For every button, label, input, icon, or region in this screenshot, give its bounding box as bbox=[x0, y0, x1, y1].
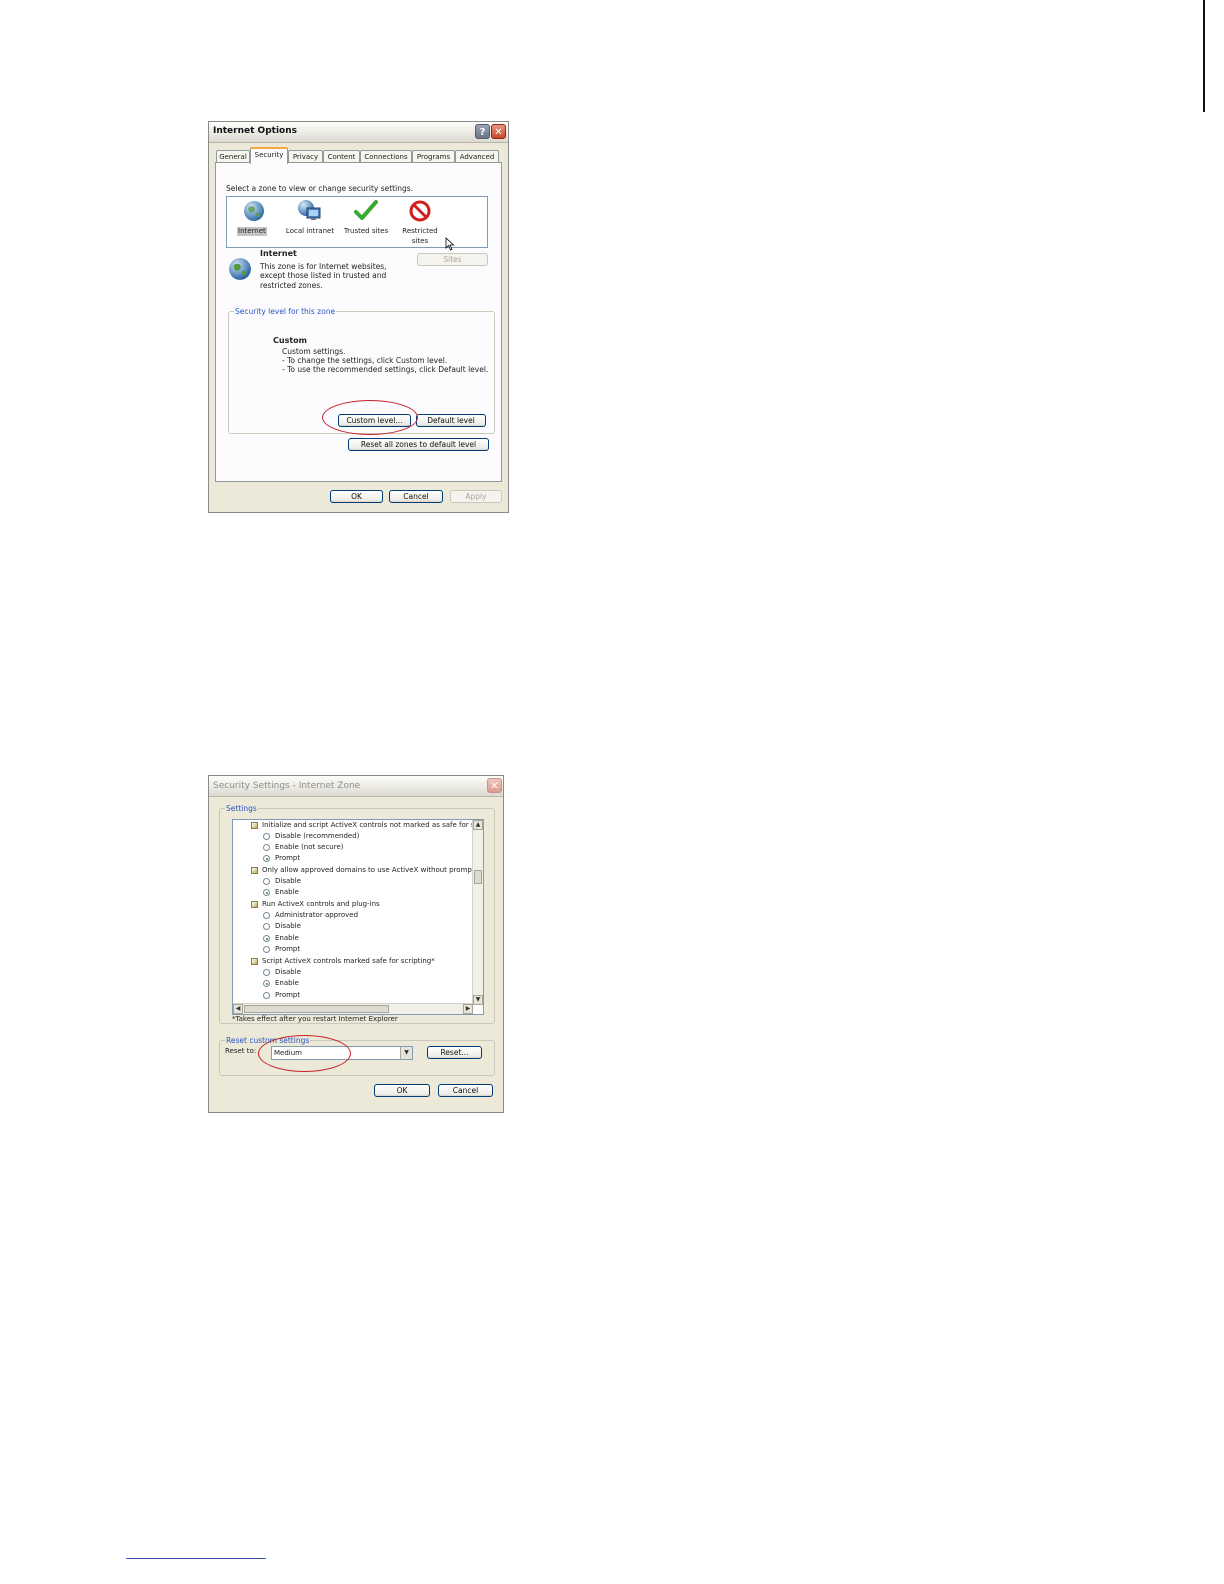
radio-label: Disable bbox=[275, 877, 301, 885]
radio-label: Enable bbox=[275, 979, 299, 987]
restart-footnote: *Takes effect after you restart Internet… bbox=[232, 1015, 398, 1023]
radio-button[interactable] bbox=[263, 912, 270, 919]
apply-button[interactable]: Apply bbox=[450, 490, 502, 503]
reset-all-zones-button[interactable]: Reset all zones to default level bbox=[348, 438, 489, 451]
settings-legend: Settings bbox=[225, 804, 258, 813]
horizontal-scroll-thumb[interactable] bbox=[244, 1005, 389, 1013]
tab-security[interactable]: Security bbox=[250, 147, 288, 164]
internet-options-dialog: Internet Options ? ✕ General Security Pr… bbox=[208, 121, 509, 513]
setting-icon bbox=[251, 958, 258, 965]
chevron-down-icon[interactable]: ▼ bbox=[400, 1047, 412, 1059]
zone-label-internet: Internet bbox=[237, 227, 267, 236]
level-name: Custom bbox=[273, 336, 307, 345]
radio-label: Disable bbox=[275, 922, 301, 930]
setting-header: Initialize and script ActiveX controls n… bbox=[262, 821, 484, 829]
level-line3: - To use the recommended settings, click… bbox=[282, 365, 489, 374]
radio-label: Enable bbox=[275, 888, 299, 896]
setting-icon bbox=[251, 901, 258, 908]
radio-button[interactable] bbox=[263, 855, 270, 862]
radio-button[interactable] bbox=[263, 992, 270, 999]
zone-info-line3: restricted zones. bbox=[260, 281, 323, 290]
security-settings-dialog: Security Settings - Internet Zone ✕ Sett… bbox=[208, 775, 504, 1113]
radio-button[interactable] bbox=[263, 946, 270, 953]
radio-button[interactable] bbox=[263, 980, 270, 987]
title-bar[interactable]: Internet Options ? ✕ bbox=[209, 122, 508, 143]
radio-button[interactable] bbox=[263, 844, 270, 851]
vertical-scroll-thumb[interactable] bbox=[474, 870, 482, 884]
radio-button[interactable] bbox=[263, 833, 270, 840]
footnote-rule bbox=[126, 1558, 266, 1559]
vertical-scrollbar[interactable]: ▲ ▼ bbox=[472, 820, 483, 1005]
zone-info-title: Internet bbox=[260, 249, 297, 258]
zone-label-restricted-line1: Restricted bbox=[402, 227, 438, 235]
ok-button[interactable]: OK bbox=[374, 1084, 430, 1097]
radio-button[interactable] bbox=[263, 923, 270, 930]
setting-header: Run ActiveX controls and plug-ins bbox=[262, 900, 380, 908]
scroll-right-arrow-icon[interactable]: ▶ bbox=[463, 1004, 473, 1014]
radio-button[interactable] bbox=[263, 935, 270, 942]
setting-icon bbox=[251, 822, 258, 829]
zone-local-intranet[interactable]: Local intranet bbox=[283, 199, 337, 239]
reset-to-label: Reset to: bbox=[225, 1047, 257, 1055]
radio-label: Enable bbox=[275, 934, 299, 942]
scroll-up-arrow-icon[interactable]: ▲ bbox=[473, 820, 483, 830]
level-line1: Custom settings. bbox=[282, 347, 346, 356]
security-level-legend: Security level for this zone bbox=[234, 307, 337, 316]
zone-restricted-sites[interactable]: Restricted sites bbox=[395, 199, 445, 247]
horizontal-scrollbar[interactable]: ◀ ▶ bbox=[233, 1003, 473, 1014]
globe-icon bbox=[244, 201, 264, 221]
close-button[interactable]: ✕ bbox=[487, 778, 502, 793]
reset-button[interactable]: Reset... bbox=[427, 1046, 482, 1059]
scroll-left-arrow-icon[interactable]: ◀ bbox=[233, 1004, 243, 1014]
dialog-title: Security Settings - Internet Zone bbox=[213, 781, 361, 791]
radio-label: Disable bbox=[275, 968, 301, 976]
page-edge-line bbox=[1203, 0, 1205, 112]
security-tab-panel: Select a zone to view or change security… bbox=[215, 162, 502, 482]
setting-header: Only allow approved domains to use Activ… bbox=[262, 866, 475, 874]
dialog-title: Internet Options bbox=[213, 126, 297, 136]
checkmark-icon bbox=[354, 200, 378, 220]
radio-label: Prompt bbox=[275, 945, 301, 953]
sites-button[interactable]: Sites bbox=[417, 253, 488, 266]
radio-button[interactable] bbox=[263, 969, 270, 976]
zone-internet[interactable]: Internet bbox=[235, 199, 273, 239]
custom-level-highlight-ellipse bbox=[322, 400, 418, 435]
radio-label: Prompt bbox=[275, 991, 301, 999]
ok-button[interactable]: OK bbox=[330, 490, 383, 503]
radio-label: Enable (not secure) bbox=[275, 843, 344, 851]
scroll-down-arrow-icon[interactable]: ▼ bbox=[473, 995, 483, 1005]
radio-label: Prompt bbox=[275, 854, 301, 862]
restricted-icon bbox=[409, 200, 431, 222]
title-bar[interactable]: Security Settings - Internet Zone ✕ bbox=[209, 776, 503, 797]
reset-to-highlight-ellipse bbox=[258, 1035, 351, 1072]
cancel-button[interactable]: Cancel bbox=[389, 490, 443, 503]
intranet-icon bbox=[298, 200, 321, 220]
radio-button[interactable] bbox=[263, 889, 270, 896]
zone-label-restricted-line2: sites bbox=[411, 237, 429, 245]
level-line2: - To change the settings, click Custom l… bbox=[282, 356, 448, 365]
cancel-button[interactable]: Cancel bbox=[438, 1084, 493, 1097]
setting-icon bbox=[251, 867, 258, 874]
zone-list: Internet Local intranet Trusted sites Re… bbox=[226, 196, 488, 251]
zone-info-line2: except those listed in trusted and bbox=[260, 271, 387, 280]
mouse-cursor-icon bbox=[445, 237, 455, 251]
radio-button[interactable] bbox=[263, 878, 270, 885]
zone-label-local-intranet: Local intranet bbox=[285, 227, 335, 235]
zone-info-globe-icon bbox=[229, 258, 251, 280]
help-button[interactable]: ? bbox=[475, 124, 490, 139]
settings-list[interactable]: Initialize and script ActiveX controls n… bbox=[232, 819, 484, 1015]
radio-label: Administrator approved bbox=[275, 911, 359, 919]
radio-label: Disable (recommended) bbox=[275, 832, 360, 840]
zone-info-line1: This zone is for Internet websites, bbox=[260, 262, 387, 271]
settings-group: Settings Initialize and script ActiveX c… bbox=[219, 804, 495, 1024]
close-button[interactable]: ✕ bbox=[491, 124, 506, 139]
zone-prompt: Select a zone to view or change security… bbox=[226, 184, 414, 193]
default-level-button[interactable]: Default level bbox=[416, 414, 486, 427]
zone-label-trusted-sites: Trusted sites bbox=[343, 227, 389, 235]
zone-trusted-sites[interactable]: Trusted sites bbox=[339, 199, 393, 239]
setting-header: Script ActiveX controls marked safe for … bbox=[262, 957, 435, 965]
